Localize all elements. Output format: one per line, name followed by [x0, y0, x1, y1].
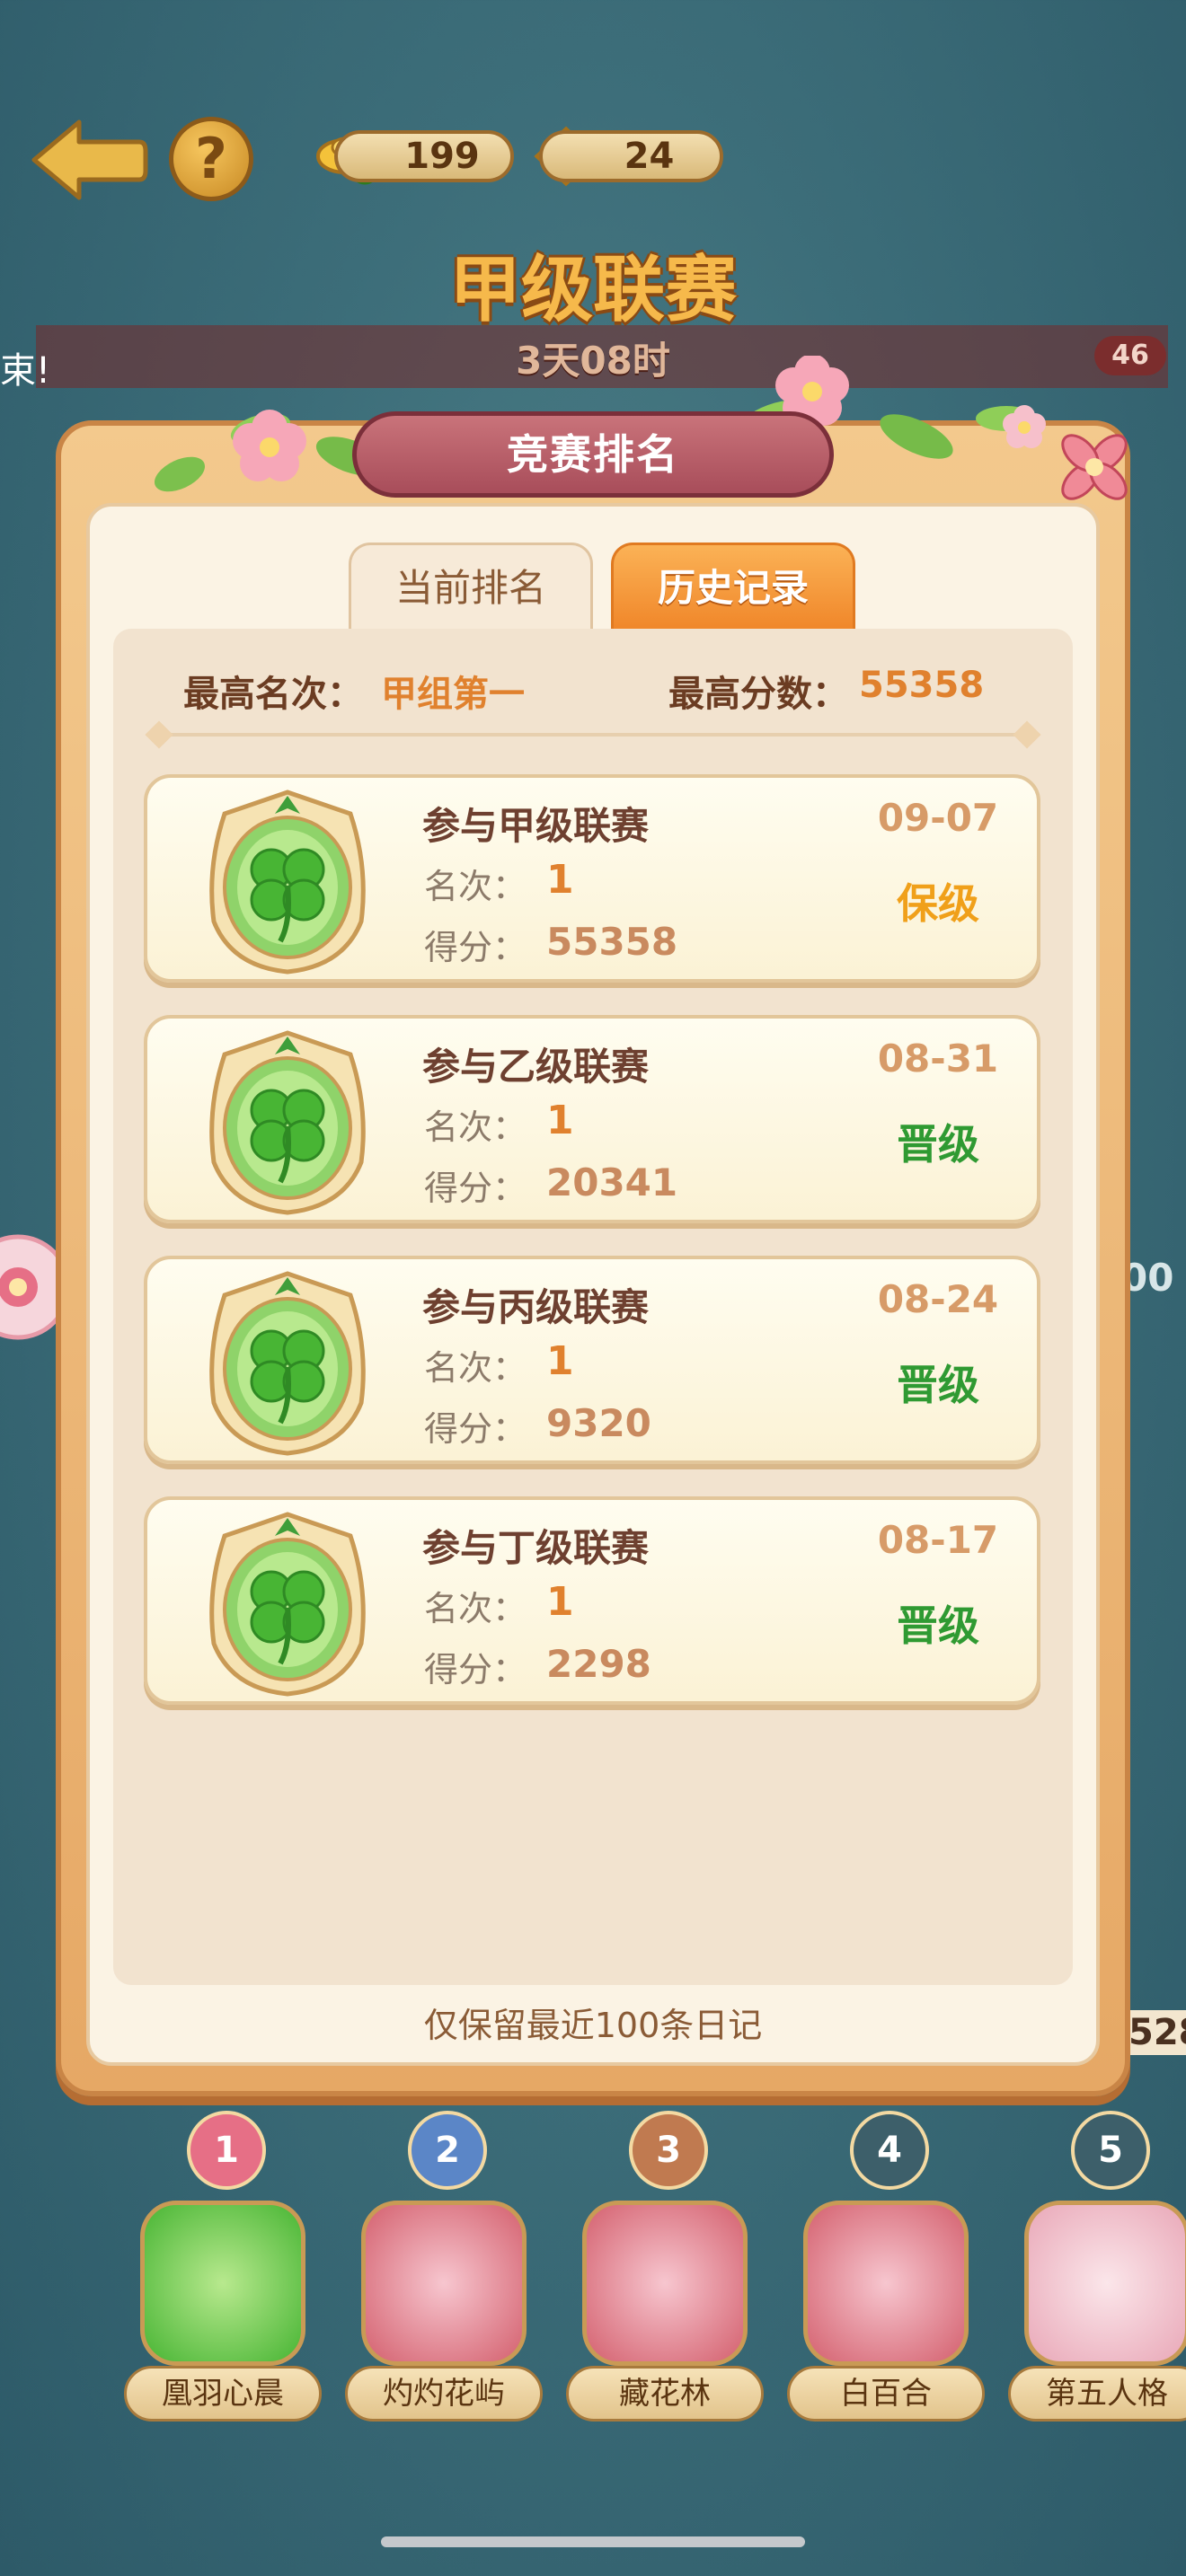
- best-score-label: 最高分数：: [668, 674, 848, 715]
- team-name: 藏花林: [566, 2366, 764, 2422]
- team-slot[interactable]: 5 第五人格: [1008, 2111, 1186, 2422]
- side-number-bottom: 528: [1123, 2010, 1186, 2055]
- gold-currency-counter[interactable]: 199: [334, 130, 514, 182]
- plum-blossom-emblem-icon: [361, 2201, 527, 2366]
- rank-medal-icon: 4: [850, 2111, 929, 2190]
- record-score: 9320: [546, 1401, 651, 1445]
- plum-blossom-emblem-icon: [803, 2201, 969, 2366]
- record-date: 08-31: [877, 1037, 999, 1081]
- record-date: 08-17: [877, 1518, 999, 1562]
- clover-emblem-icon: [199, 1509, 376, 1699]
- history-record-card: 参与丁级联赛 08-17 名次： 1 得分： 2298 晋级: [144, 1496, 1040, 1705]
- record-result: 晋级: [897, 1361, 979, 1409]
- tab-history[interactable]: 历史记录: [611, 543, 855, 629]
- record-score-label: 得分：: [424, 1169, 527, 1208]
- history-record-card: 参与乙级联赛 08-31 名次： 1 得分： 20341 晋级: [144, 1015, 1040, 1223]
- record-rank: 1: [546, 1098, 574, 1143]
- notification-badge: 46: [1094, 336, 1166, 375]
- rank-medal-icon: 5: [1071, 2111, 1150, 2190]
- clover-emblem-icon: [199, 1268, 376, 1459]
- record-rank-label: 名次：: [424, 867, 527, 906]
- rank-medal-icon: 1: [187, 2111, 266, 2190]
- team-slot[interactable]: 4 白百合: [787, 2111, 985, 2422]
- record-league: 参与丁级联赛: [422, 1526, 650, 1570]
- record-result: 保级: [897, 879, 979, 928]
- plum-blossom-emblem-icon: [582, 2201, 748, 2366]
- clover-emblem-icon: [199, 1028, 376, 1218]
- team-name: 第五人格: [1008, 2366, 1186, 2422]
- clover-emblem-icon: [199, 787, 376, 977]
- help-button[interactable]: ?: [169, 117, 253, 201]
- record-league: 参与丙级联赛: [422, 1285, 650, 1329]
- rank-medal-icon: 3: [629, 2111, 708, 2190]
- best-score-value: 55358: [859, 665, 985, 706]
- back-arrow-icon[interactable]: [27, 115, 148, 205]
- history-record-card: 参与甲级联赛 09-07 名次： 1 得分： 55358 保级: [144, 774, 1040, 983]
- record-score: 2298: [546, 1642, 651, 1686]
- best-rank-label: 最高名次：: [183, 674, 363, 715]
- divider: [153, 733, 1033, 737]
- record-result: 晋级: [897, 1601, 979, 1650]
- lotus-emblem-icon: [1024, 2201, 1186, 2366]
- team-slot[interactable]: 2 灼灼花屿: [345, 2111, 543, 2422]
- best-rank-value: 甲组第一: [381, 674, 525, 715]
- record-league: 参与乙级联赛: [422, 1045, 650, 1089]
- league-title: 甲级联赛: [449, 248, 737, 331]
- record-rank: 1: [546, 1338, 574, 1384]
- team-slot[interactable]: 1 凰羽心晨: [124, 2111, 322, 2422]
- rank-medal-icon: 2: [408, 2111, 487, 2190]
- history-record-card: 参与丙级联赛 08-24 名次： 1 得分： 9320 晋级: [144, 1256, 1040, 1464]
- team-name: 灼灼花屿: [345, 2366, 543, 2422]
- team-name: 白百合: [787, 2366, 985, 2422]
- record-rank: 1: [546, 857, 574, 903]
- record-league: 参与甲级联赛: [422, 804, 650, 848]
- close-icon[interactable]: [1049, 422, 1139, 512]
- record-rank-label: 名次：: [424, 1107, 527, 1147]
- footer-note: 仅保留最近100条日记: [423, 2006, 763, 2045]
- clover-emblem-icon: [140, 2201, 305, 2366]
- record-result: 晋级: [897, 1120, 979, 1169]
- record-rank-label: 名次：: [424, 1589, 527, 1628]
- panel-title: 竞赛排名: [352, 411, 834, 498]
- edge-text: 束!: [0, 350, 51, 392]
- team-slot[interactable]: 3 藏花林: [566, 2111, 764, 2422]
- record-score: 20341: [546, 1160, 678, 1204]
- record-score-label: 得分：: [424, 928, 527, 967]
- record-score-label: 得分：: [424, 1409, 527, 1449]
- record-rank: 1: [546, 1579, 574, 1625]
- record-score-label: 得分：: [424, 1650, 527, 1689]
- record-date: 09-07: [877, 796, 999, 840]
- record-score: 55358: [546, 920, 678, 964]
- record-date: 08-24: [877, 1277, 999, 1321]
- team-name: 凰羽心晨: [124, 2366, 322, 2422]
- tab-current-ranking[interactable]: 当前排名: [349, 543, 593, 629]
- home-indicator: [381, 2536, 805, 2547]
- record-rank-label: 名次：: [424, 1348, 527, 1388]
- gem-currency-counter[interactable]: 24: [539, 130, 723, 182]
